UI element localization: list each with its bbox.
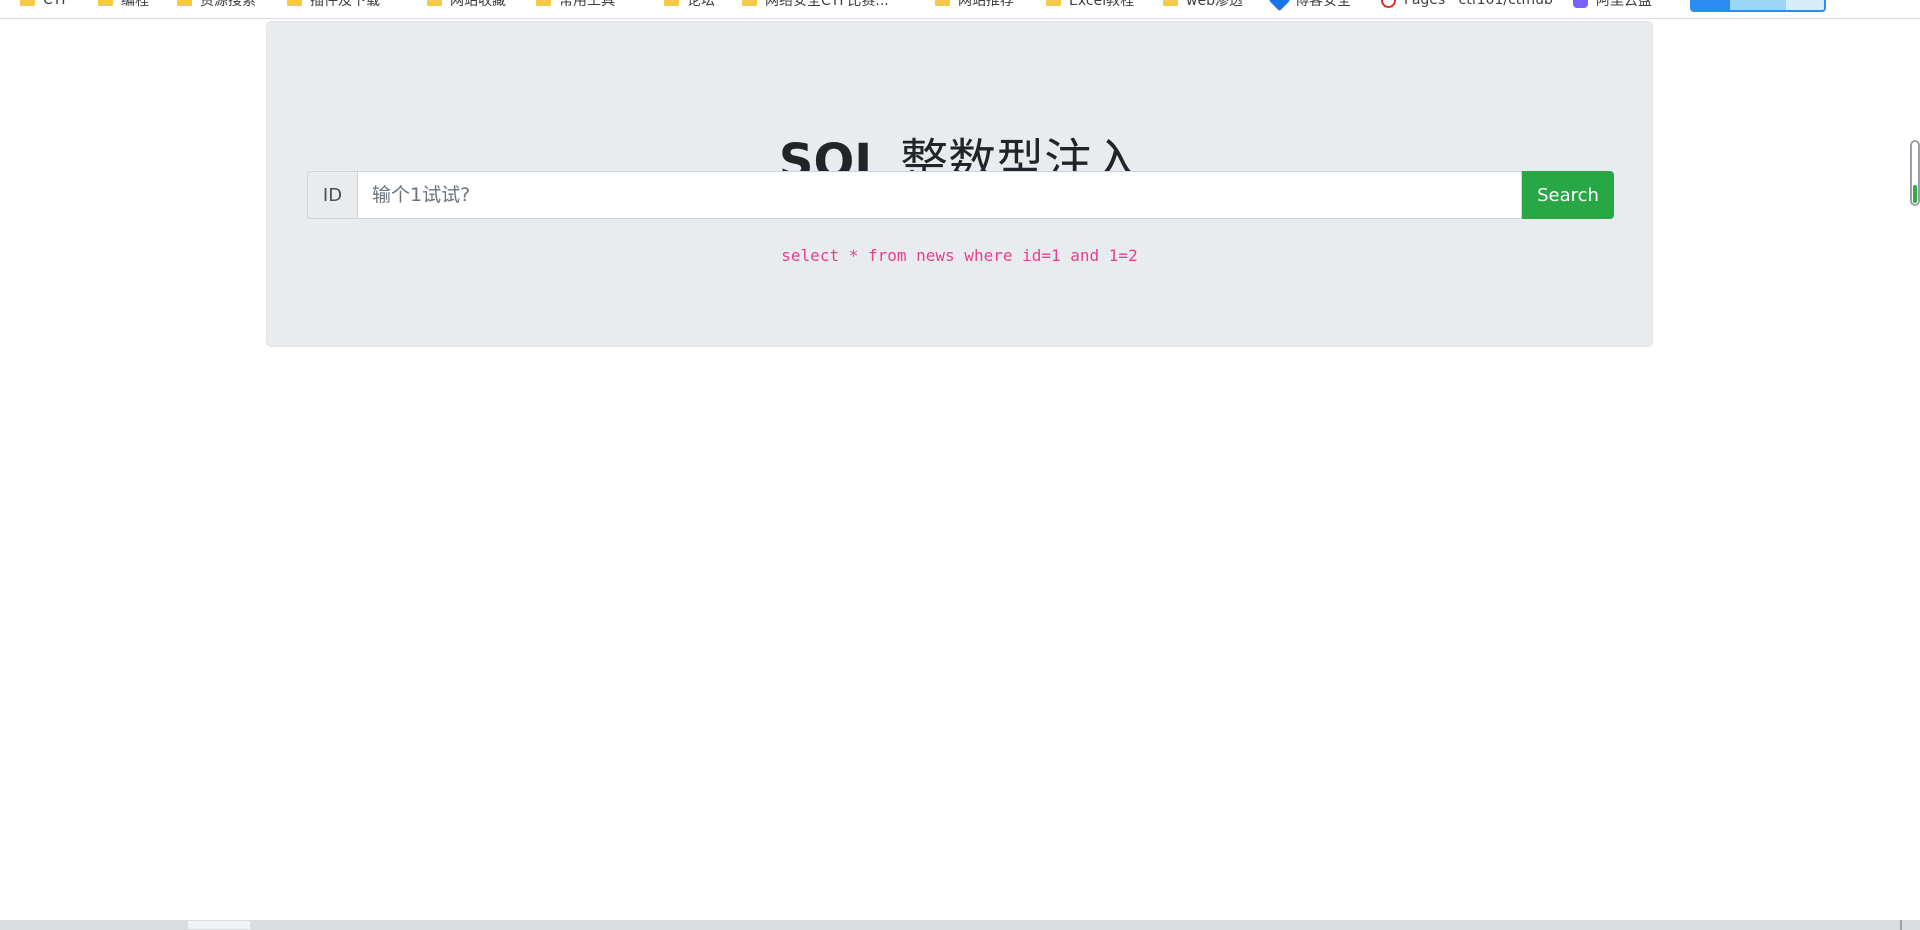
shield-icon	[1268, 0, 1291, 11]
folder-icon	[536, 0, 551, 6]
bookmark-label: 常用工具	[559, 0, 615, 9]
search-button[interactable]: Search	[1522, 171, 1614, 219]
bookmark-resources[interactable]: 资源搜索	[177, 0, 256, 9]
bookmarks-bar: CTF 编程 资源搜索 插件及下载 网站收藏 常用工具 论坛 网络安全CTF比赛…	[0, 0, 1920, 19]
scrollbar-thumb[interactable]	[188, 921, 250, 929]
vertical-scroll-indicator[interactable]	[1910, 140, 1920, 206]
bookmark-ctf-contests[interactable]: 网络安全CTF比赛...	[742, 0, 889, 9]
bookmark-label: 博客安全	[1295, 0, 1351, 9]
bookmark-label: 编程	[121, 0, 149, 9]
bookmark-blog-security[interactable]: 博客安全	[1268, 0, 1351, 11]
bookmark-excel[interactable]: Excel教程	[1046, 0, 1135, 9]
folder-icon	[1046, 0, 1061, 6]
bookmark-label: web渗透	[1186, 0, 1243, 9]
bookmark-label: Excel教程	[1069, 0, 1135, 9]
folder-icon	[742, 0, 757, 6]
browser-icon	[1381, 0, 1396, 8]
folder-icon	[664, 0, 679, 6]
folder-icon	[427, 0, 442, 6]
bookmark-plugins[interactable]: 插件及下载	[287, 0, 380, 9]
folder-icon	[177, 0, 192, 6]
bookmark-label: CTF	[43, 0, 70, 8]
extension-toolbar-widget[interactable]	[1690, 0, 1826, 12]
bookmark-label: 插件及下载	[310, 0, 380, 9]
folder-icon	[1163, 0, 1178, 6]
bookmark-sites[interactable]: 网站收藏	[427, 0, 506, 9]
sql-query-text: select * from news where id=1 and 1=2	[781, 246, 1138, 265]
id-label-addon: ID	[307, 171, 357, 219]
folder-icon	[20, 0, 35, 6]
main-panel: SQL 整数型注入 ID Search select * from news w…	[266, 21, 1653, 347]
bookmark-label: 网络安全CTF比赛...	[765, 0, 889, 9]
folder-icon	[98, 0, 113, 6]
bookmark-label: 网站推荐	[958, 0, 1014, 9]
folder-icon	[287, 0, 302, 6]
bookmark-coding[interactable]: 编程	[98, 0, 149, 9]
bookmark-tools[interactable]: 常用工具	[536, 0, 615, 9]
bookmark-label: 网站收藏	[450, 0, 506, 9]
bookmark-label: Pages · ctf101/ctfhub	[1404, 0, 1553, 8]
bookmark-label: 资源搜索	[200, 0, 256, 9]
horizontal-scrollbar[interactable]	[0, 920, 1920, 930]
search-form: ID Search	[307, 171, 1614, 219]
bookmark-web-pentest[interactable]: web渗透	[1163, 0, 1243, 9]
bookmark-label: 论坛	[687, 0, 715, 9]
bookmark-ctf[interactable]: CTF	[20, 0, 69, 8]
id-input[interactable]	[357, 171, 1522, 219]
bookmark-forum[interactable]: 论坛	[664, 0, 715, 9]
bookmark-recommend[interactable]: 网站推荐	[935, 0, 1014, 9]
cloud-icon	[1573, 0, 1588, 8]
folder-icon	[935, 0, 950, 6]
bookmark-pages[interactable]: Pages · ctf101/ctfhub	[1381, 0, 1553, 8]
bookmark-aliyun[interactable]: 阿里云盘	[1573, 0, 1652, 9]
bookmark-label: 阿里云盘	[1596, 0, 1652, 9]
